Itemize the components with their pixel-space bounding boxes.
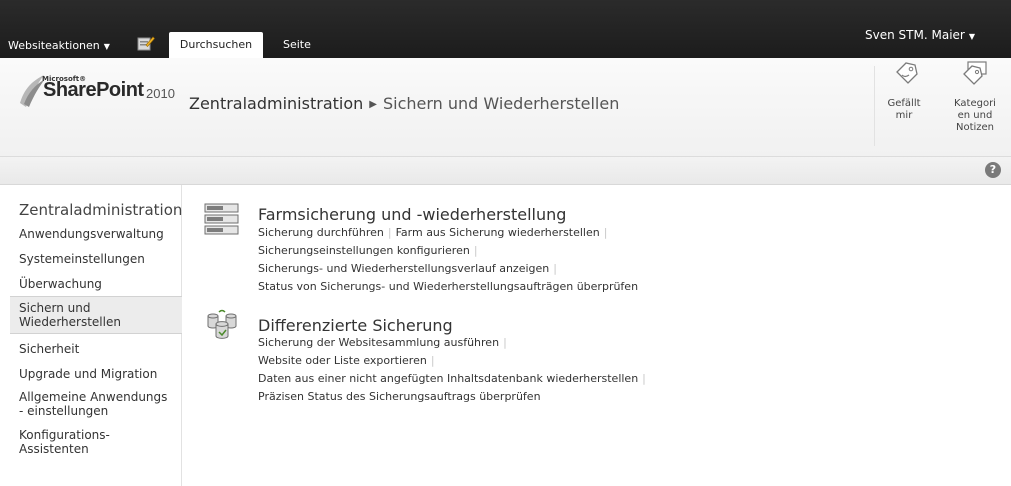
title-area: Microsoft® SharePoint 2010 Zentraladmini… [0, 58, 1011, 157]
site-actions-label: Websiteaktionen [8, 39, 100, 52]
nav-item-security[interactable]: Sicherheit [10, 342, 182, 356]
nav-item-system-settings[interactable]: Systemeinstellungen [10, 252, 182, 266]
link-site-collection-backup[interactable]: Sicherung der Websitesammlung ausführen [258, 336, 499, 349]
breadcrumb-arrow-icon: ▶ [369, 99, 377, 110]
logo-version-text: 2010 [146, 86, 175, 101]
nav-item-monitoring[interactable]: Überwachung [10, 277, 182, 291]
like-button[interactable]: Gefällt mir [878, 58, 930, 156]
tag-notes-icon [963, 61, 987, 85]
link-row: Daten aus einer nicht angefügten Inhalts… [258, 372, 650, 385]
nav-item-label-line: Sichern und [19, 301, 91, 315]
nav-item-label-line: Wiederherstellen [19, 315, 121, 329]
left-navigation: Zentraladministration Anwendungsverwaltu… [0, 185, 182, 486]
tags-notes-label: Kategori en und Notizen [939, 98, 1011, 134]
tab-browse[interactable]: Durchsuchen [169, 32, 263, 58]
tags-notes-line: Kategori [954, 98, 996, 109]
separator: | [603, 226, 608, 239]
like-label: Gefällt mir [887, 98, 921, 121]
database-cluster-icon [207, 309, 237, 339]
breadcrumb-current: Sichern und Wiederherstellen [382, 94, 620, 113]
section-title-farm-backup[interactable]: Farmsicherung und -wiederherstellung [258, 205, 566, 224]
nav-item-backup-restore[interactable]: Sichern und Wiederherstellen [10, 296, 182, 334]
separator: | [642, 372, 646, 385]
tags-notes-line: en und [957, 110, 993, 121]
separator: | [430, 354, 435, 367]
ribbon-bar: Websiteaktionen ▼ Durchsuchen Seite Sven … [0, 0, 1011, 58]
link-row: Sicherungs- und Wiederherstellungsverlau… [258, 262, 561, 275]
link-row: Status von Sicherungs- und Wiederherstel… [258, 280, 638, 293]
link-restore-farm[interactable]: Farm aus Sicherung wiederherstellen [396, 226, 600, 239]
link-row: Präzisen Status des Sicherungsauftrags ü… [258, 390, 541, 403]
tab-page[interactable]: Seite [283, 32, 311, 58]
link-check-granular-status[interactable]: Präzisen Status des Sicherungsauftrags ü… [258, 390, 541, 403]
chevron-down-icon: ▼ [103, 42, 110, 51]
nav-item-application-management[interactable]: Anwendungsverwaltung [10, 227, 182, 241]
link-row: Sicherung der Websitesammlung ausführen | [258, 336, 511, 349]
chevron-down-icon: ▼ [968, 32, 975, 41]
separator: | [553, 262, 557, 275]
link-row: Website oder Liste exportieren | [258, 354, 439, 367]
nav-item-general-settings[interactable]: Allgemeine Anwendungs - einstellungen [10, 390, 182, 418]
separator: | [503, 336, 507, 349]
logo-product-text: SharePoint [43, 79, 144, 101]
breadcrumb: Zentraladministration ▶ Sichern und Wieder… [189, 94, 619, 113]
link-configure-backup-settings[interactable]: Sicherungseinstellungen konfigurieren [258, 244, 470, 257]
separator: | [473, 244, 478, 257]
tags-notes-line: Notizen [955, 122, 995, 133]
nav-heading[interactable]: Zentraladministration [19, 201, 182, 219]
site-actions-menu[interactable]: Websiteaktionen ▼ [8, 39, 110, 52]
user-menu[interactable]: Sven STM. Maier ▼ [865, 28, 975, 42]
link-export-site-or-list[interactable]: Website oder Liste exportieren [258, 354, 427, 367]
server-stack-icon [204, 203, 239, 235]
nav-item-label-line: Konfigurations- [19, 428, 110, 442]
edit-page-icon[interactable] [137, 35, 155, 51]
nav-item-label-line: Assistenten [19, 442, 89, 456]
nav-item-configuration-wizards[interactable]: Konfigurations- Assistenten [10, 428, 182, 456]
nav-item-label-line: - einstellungen [19, 404, 109, 418]
section-title-granular-backup[interactable]: Differenzierte Sicherung [258, 316, 453, 335]
link-recover-unattached-db[interactable]: Daten aus einer nicht angefügten Inhalts… [258, 372, 638, 385]
status-strip: ? [0, 157, 1011, 185]
nav-item-upgrade-migration[interactable]: Upgrade und Migration [10, 367, 182, 381]
link-check-backup-status[interactable]: Status von Sicherungs- und Wiederherstel… [258, 280, 638, 293]
user-name: Sven STM. Maier [865, 28, 965, 42]
nav-item-label-line: Allgemeine Anwendungs [19, 390, 168, 404]
link-perform-backup[interactable]: Sicherung durchführen [258, 226, 384, 239]
tags-notes-button[interactable]: Kategori en und Notizen [939, 58, 1011, 156]
link-view-backup-history[interactable]: Sicherungs- und Wiederherstellungsverlau… [258, 262, 549, 275]
divider [874, 66, 875, 146]
link-row: Sicherungseinstellungen konfigurieren | [258, 244, 482, 257]
help-icon[interactable]: ? [985, 162, 1001, 178]
link-row: Sicherung durchführen | Farm aus Sicherung… [258, 226, 611, 239]
separator: | [387, 226, 392, 239]
sharepoint-logo[interactable]: Microsoft® SharePoint 2010 [18, 73, 188, 123]
tag-like-icon [896, 62, 918, 84]
breadcrumb-root[interactable]: Zentraladministration [189, 94, 363, 113]
